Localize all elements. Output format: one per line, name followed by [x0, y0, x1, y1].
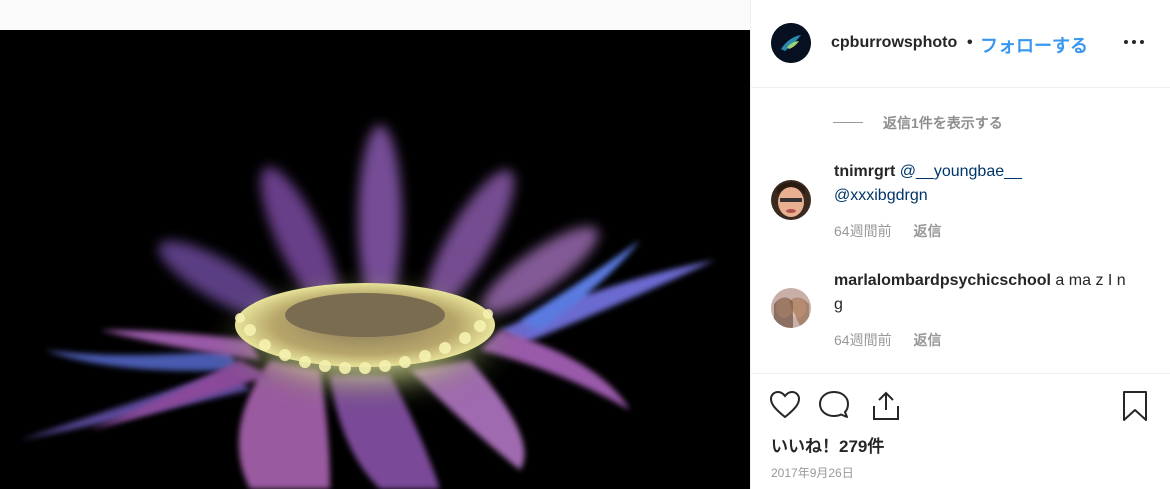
post-sidebar: cpburrowsphoto • フォローする 返信1件を表示する tnimrg…	[750, 0, 1170, 489]
post-photo[interactable]	[0, 30, 750, 489]
separator-dot: •	[967, 34, 973, 51]
post-date: 2017年9月26日	[771, 466, 854, 480]
like-count[interactable]: いいね！279件	[771, 432, 884, 457]
replies-divider	[833, 122, 863, 123]
bookmark-icon[interactable]	[1121, 390, 1149, 427]
more-options-icon[interactable]	[1124, 32, 1150, 52]
avatar[interactable]	[771, 23, 811, 63]
comment-text: marlalombardpsychicschool a ma z I n g	[834, 269, 1134, 317]
view-replies-label: 返信1件を表示する	[883, 115, 1003, 131]
comment-mention[interactable]: @__youngbae__	[900, 163, 1022, 180]
comment-mention[interactable]: @xxxibgdrgn	[834, 187, 928, 204]
reply-button[interactable]: 返信	[913, 332, 941, 348]
comment-username[interactable]: tnimrgrt	[834, 163, 895, 180]
comment-age: 64週間前	[834, 332, 892, 348]
avatar[interactable]	[771, 180, 811, 220]
heart-icon[interactable]	[769, 390, 801, 425]
comment-age: 64週間前	[834, 223, 892, 239]
comment-meta: 64週間前 返信	[834, 330, 941, 350]
follow-button[interactable]: フォローする	[980, 32, 1088, 58]
comment-meta: 64週間前 返信	[834, 221, 941, 241]
comment-icon[interactable]	[818, 390, 850, 425]
comment-username[interactable]: marlalombardpsychicschool	[834, 272, 1051, 289]
share-icon[interactable]	[870, 390, 902, 427]
reply-button[interactable]: 返信	[913, 223, 941, 239]
author-username[interactable]: cpburrowsphoto	[831, 34, 957, 52]
post-header: cpburrowsphoto • フォローする	[751, 0, 1170, 88]
comment-text: tnimrgrt @__youngbae__ @xxxibgdrgn	[834, 160, 1134, 208]
flower-image	[0, 30, 750, 489]
post-actions: いいね！279件 2017年9月26日	[751, 373, 1170, 489]
avatar[interactable]	[771, 288, 811, 328]
